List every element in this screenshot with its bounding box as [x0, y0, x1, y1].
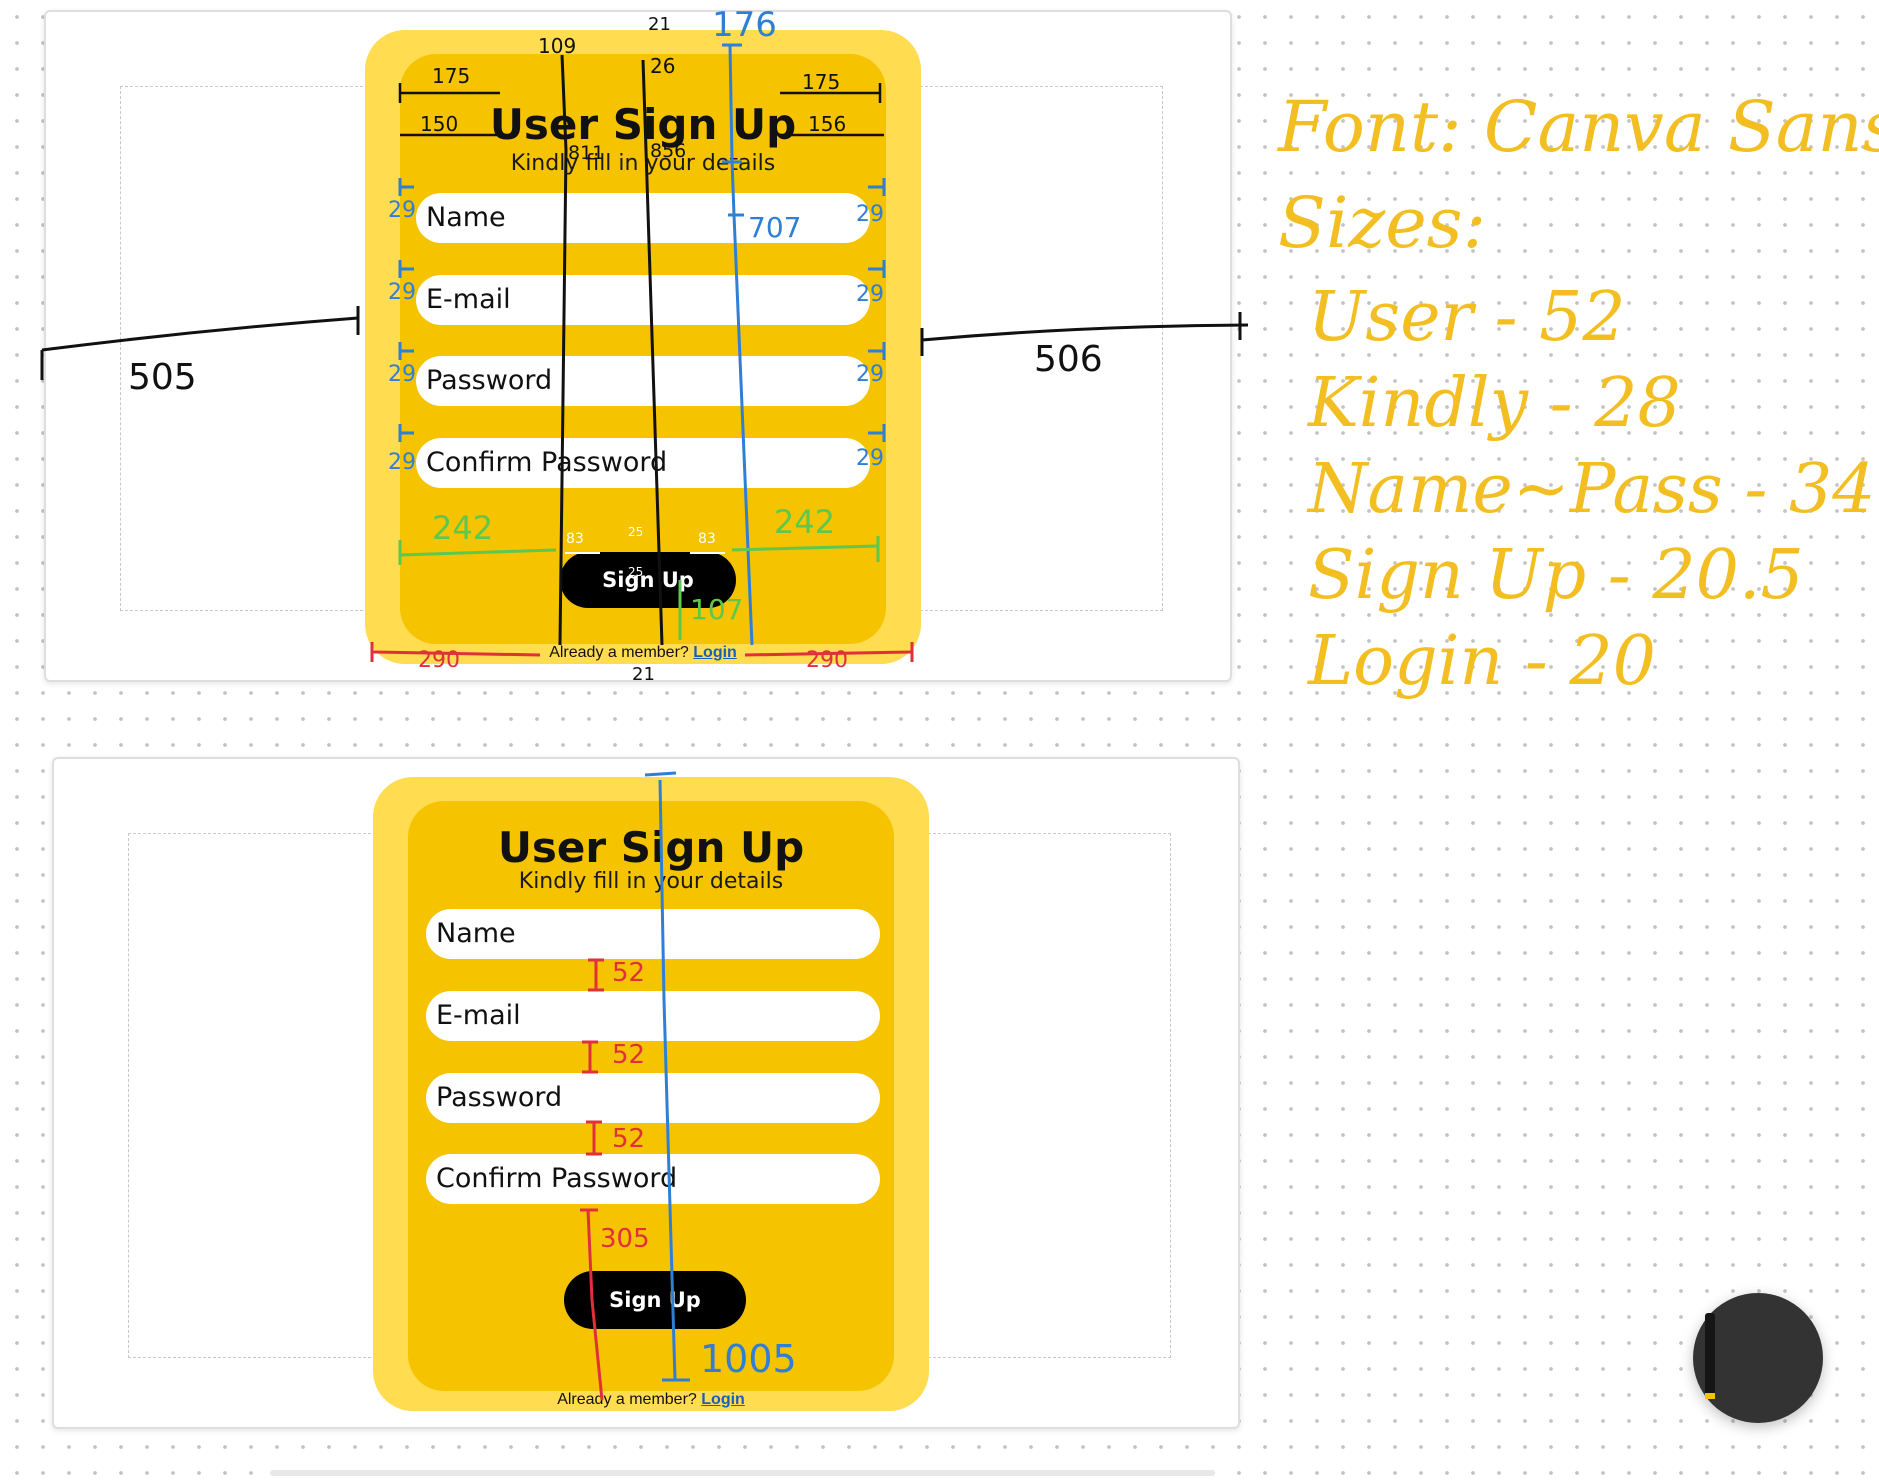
measure-label: 175	[802, 70, 841, 94]
measure-label: 52	[612, 958, 646, 988]
measure-label: 29	[856, 446, 884, 471]
measure-label: 29	[388, 198, 416, 223]
measure-label: 1005	[700, 1337, 797, 1381]
note-item: Kindly - 28	[1308, 364, 1681, 443]
note-font: Font: Canva Sans	[1278, 86, 1879, 168]
measure-label: 175	[432, 64, 471, 88]
measure-label: 109	[538, 34, 577, 58]
measure-label: 506	[1034, 339, 1103, 380]
measure-label: 21	[648, 14, 671, 35]
measure-label: 242	[774, 503, 836, 541]
measure-label: 25	[628, 565, 644, 579]
measure-label: 29	[856, 202, 884, 227]
measure-label: 29	[388, 280, 416, 305]
measure-label: 83	[698, 531, 716, 547]
measure-label: 29	[856, 362, 884, 387]
note-item: Sign Up - 20.5	[1308, 536, 1804, 615]
measure-label: 290	[806, 648, 848, 673]
note-item: Login - 20	[1308, 622, 1656, 701]
measure-label: 305	[600, 1224, 650, 1254]
measure-label: 156	[808, 112, 847, 136]
design-notes: Font: Canva Sans Sizes: User - 52 Kindly…	[1278, 92, 1879, 714]
pen-tool-button[interactable]	[1693, 1293, 1823, 1423]
measure-label: 290	[418, 648, 460, 673]
measure-label: 856	[650, 140, 687, 162]
measure-label: 29	[856, 282, 884, 307]
measure-label: 107	[690, 593, 744, 626]
measure-label: 29	[388, 450, 416, 475]
note-sizes: Sizes:	[1278, 182, 1487, 264]
pen-icon	[1705, 1313, 1715, 1399]
measure-label: 83	[566, 531, 584, 547]
note-item: User - 52	[1308, 278, 1626, 357]
measure-label: 52	[612, 1040, 646, 1070]
measure-label: 242	[432, 509, 494, 547]
measure-label: 21	[632, 664, 655, 685]
measure-label: 176	[712, 5, 777, 45]
measure-label: 505	[128, 357, 197, 398]
measure-label: 707	[748, 211, 802, 244]
measure-label: 29	[388, 362, 416, 387]
measure-label: 150	[420, 112, 459, 136]
measure-label: 52	[612, 1124, 646, 1154]
note-item: Name~Pass - 34	[1308, 450, 1876, 529]
measure-label: 25	[628, 525, 644, 539]
scrollbar[interactable]	[270, 1470, 1215, 1476]
measure-label: 26	[650, 54, 676, 78]
measure-label: 811	[568, 142, 605, 164]
